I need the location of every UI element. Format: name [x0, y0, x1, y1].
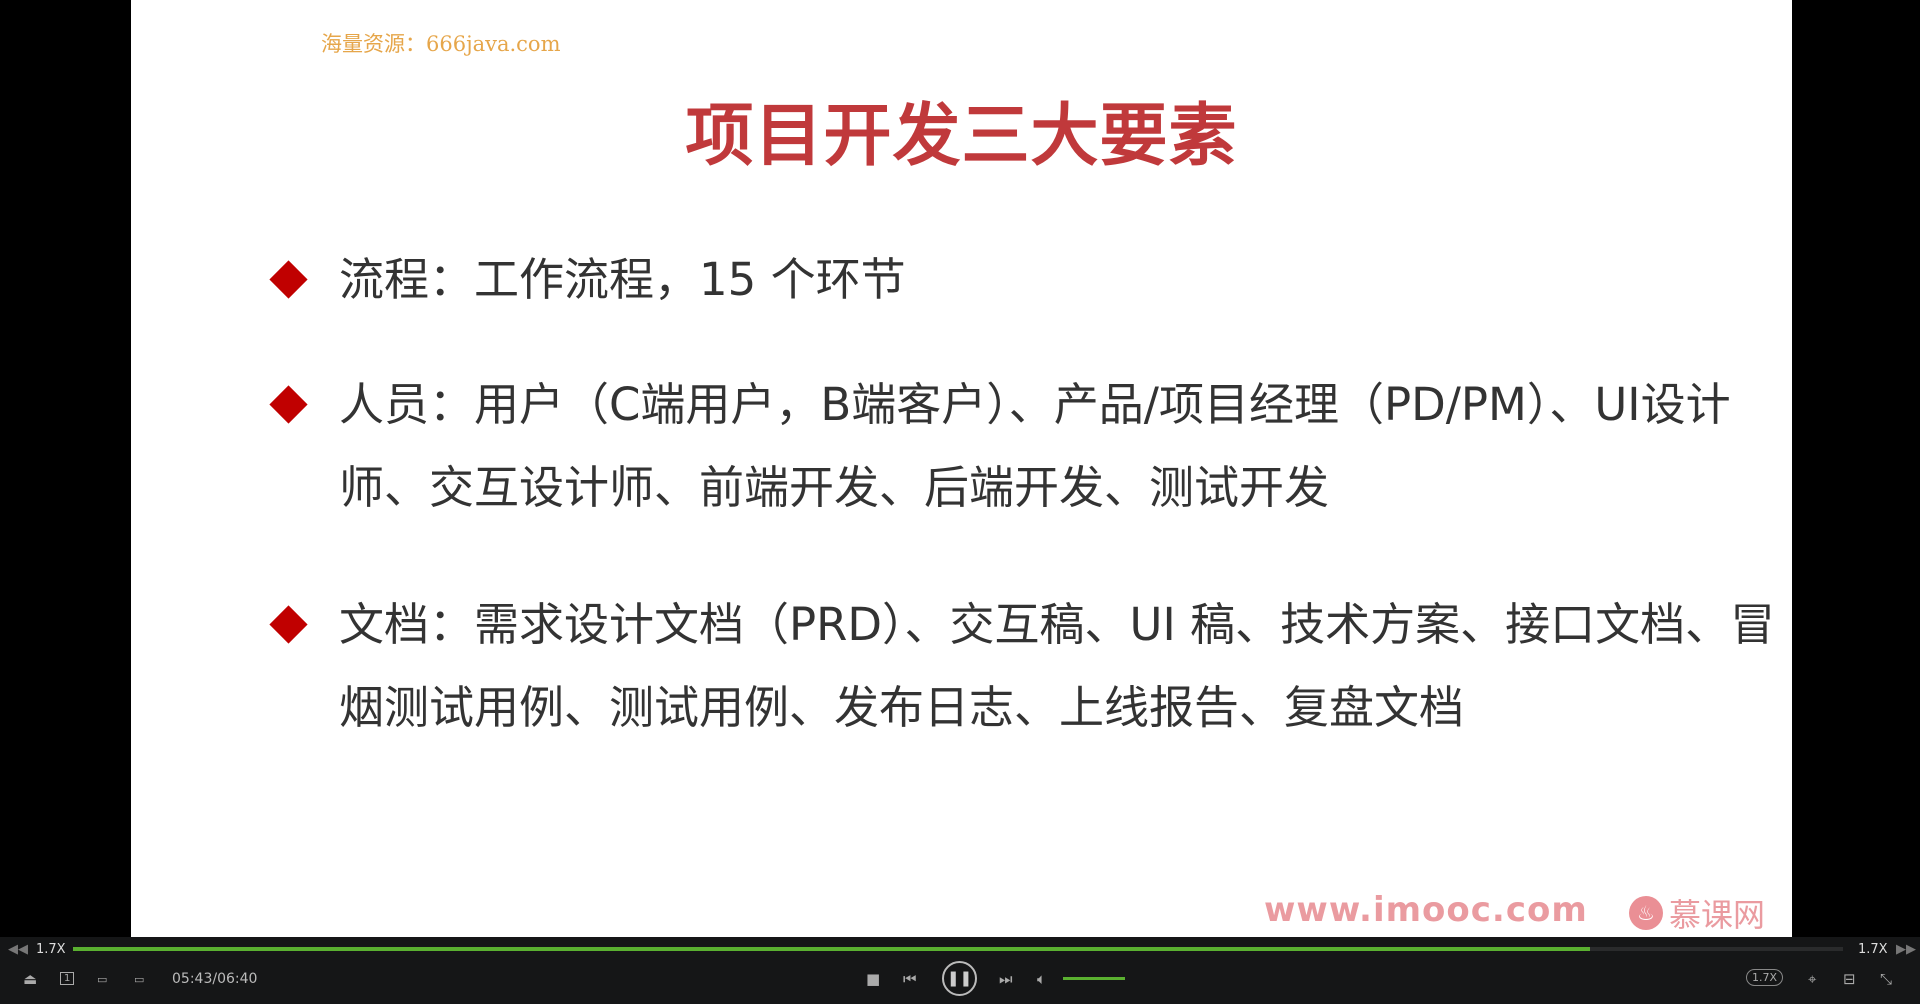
rate-left[interactable]: 1.7X	[36, 942, 66, 957]
bullet-text: 人员：用户（C端用户，B端客户）、产品/项目经理（PD/PM）、UI设计师、交互…	[339, 378, 1731, 514]
watermark: 海量资源：666java.com	[321, 32, 561, 56]
toolbox-icon[interactable]: ⊟	[1843, 970, 1856, 988]
stop-icon[interactable]: ■	[866, 970, 880, 988]
fullscreen-icon[interactable]: ⤡	[1880, 970, 1892, 988]
tv-cast-icon[interactable]: ▭	[97, 973, 107, 986]
footer-url: www.imooc.com	[1264, 890, 1588, 930]
progress-bar[interactable]	[73, 947, 1843, 951]
diamond-bullet-icon	[269, 385, 308, 424]
speed-badge[interactable]: 1.7X	[1746, 969, 1784, 986]
progress-fill	[73, 947, 1590, 951]
bullet-text: 流程：工作流程，15 个环节	[339, 253, 906, 306]
brand-logo: ♨ 慕课网	[1629, 890, 1765, 936]
time-display: 05:43/06:40	[172, 971, 258, 987]
rate-right[interactable]: 1.7X	[1858, 942, 1888, 957]
diamond-bullet-icon	[269, 605, 308, 644]
video-frame: 海量资源：666java.com 项目开发三大要素 流程：工作流程，15 个环节…	[131, 0, 1792, 937]
brand-name: 慕课网	[1669, 896, 1766, 934]
diamond-bullet-icon	[269, 260, 308, 299]
eject-icon[interactable]: ⏏	[23, 970, 37, 988]
slow-down-icon[interactable]: ◀◀	[8, 942, 28, 957]
bullet-text: 文档：需求设计文档（PRD）、交互稿、UI 稿、技术方案、接口文档、冒烟测试用例…	[339, 598, 1776, 734]
flame-icon: ♨	[1629, 896, 1663, 930]
mouse-icon[interactable]: ⌖	[1808, 970, 1816, 988]
bullet-people: 人员：用户（C端用户，B端客户）、产品/项目经理（PD/PM）、UI设计师、交互…	[269, 363, 1779, 529]
slide-title: 项目开发三大要素	[685, 97, 1238, 176]
volume-icon[interactable]: 🔈︎	[1037, 970, 1046, 988]
volume-slider[interactable]	[1063, 977, 1125, 980]
player-controls: ◀◀ 1.7X 1.7X ▶▶ ⏏ 1 ▭ ▭ 05:43/06:40 ■ ⏮ …	[0, 937, 1920, 1004]
pc-cast-icon[interactable]: ▭	[134, 973, 144, 986]
next-icon[interactable]: ⏭	[999, 970, 1013, 988]
bullet-process: 流程：工作流程，15 个环节	[269, 238, 1779, 321]
previous-icon[interactable]: ⏮	[903, 970, 917, 988]
speed-up-icon[interactable]: ▶▶	[1896, 942, 1916, 957]
playlist-icon[interactable]: 1	[60, 972, 75, 985]
pause-button[interactable]: ❚❚	[942, 961, 977, 996]
bullet-documents: 文档：需求设计文档（PRD）、交互稿、UI 稿、技术方案、接口文档、冒烟测试用例…	[269, 583, 1779, 749]
